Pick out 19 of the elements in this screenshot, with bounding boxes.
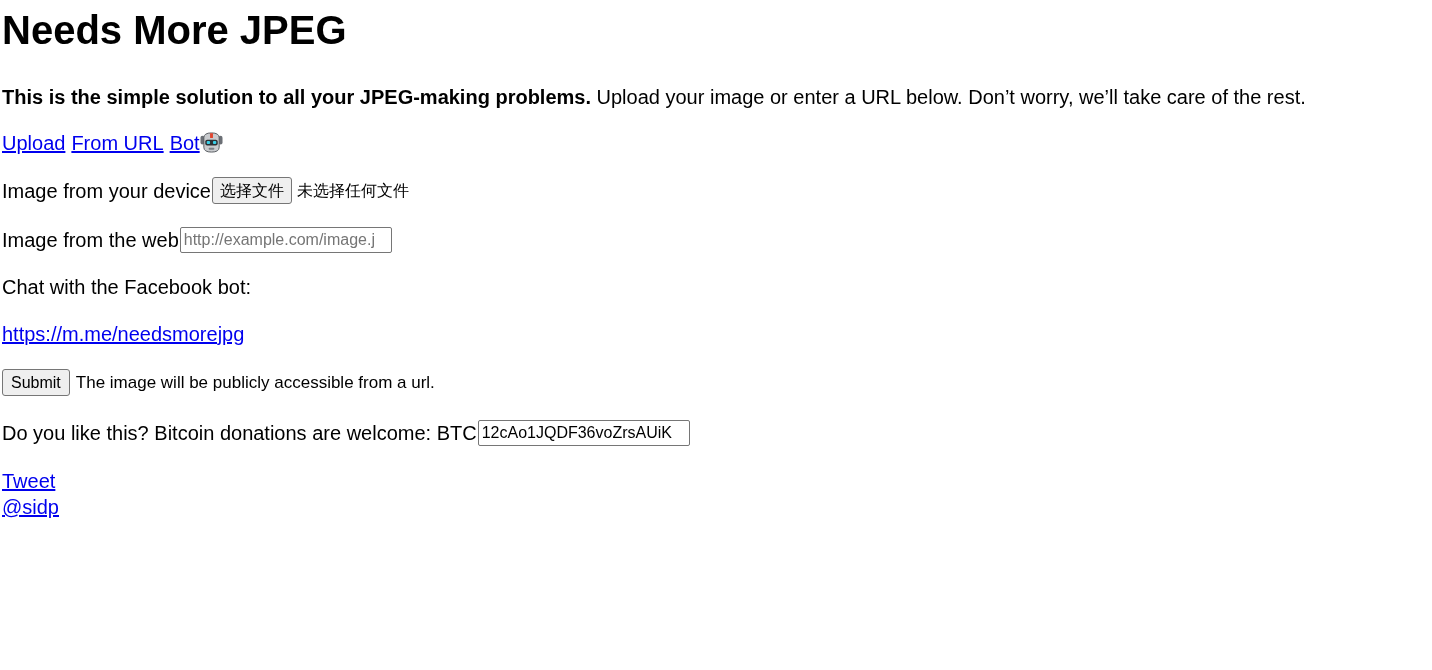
- donation-text: Do you like this? Bitcoin donations are welcome: BTC: [2, 420, 477, 446]
- nav-link[interactable]: Bot: [169, 128, 223, 158]
- page-title: Needs More JPEG: [2, 7, 347, 53]
- choose-file-button[interactable]: 选择文件: [212, 177, 292, 204]
- submit-button[interactable]: Submit: [2, 369, 70, 396]
- footer-link[interactable]: Tweet: [2, 468, 56, 494]
- nav-link[interactable]: From URL: [71, 128, 164, 158]
- footer-link[interactable]: @sidp: [2, 494, 59, 520]
- field-label: Image from the web: [2, 227, 179, 253]
- file-status-text: 未选择任何文件: [297, 180, 409, 201]
- field-label: Image from your device: [2, 178, 211, 204]
- messenger-url-link[interactable]: https://m.me/needsmorejpg: [2, 318, 245, 349]
- intro-text: This is the simple solution to all your JPEG-making problems. Upload your image or enter a URL below. Don’t worry, we’ll take care of the rest.: [2, 85, 1306, 110]
- nav-link[interactable]: Upload: [2, 128, 66, 158]
- robot-icon: [199, 131, 223, 154]
- privacy-note: The image will be publicly accessible from a url.: [75, 371, 435, 394]
- bot-label: Chat with the Facebook bot:: [2, 275, 252, 300]
- btc-address-field[interactable]: 12cAo1JQDF36voZrsAUiK: [477, 419, 690, 446]
- url-input[interactable]: http://example.com/image.j: [179, 226, 392, 253]
